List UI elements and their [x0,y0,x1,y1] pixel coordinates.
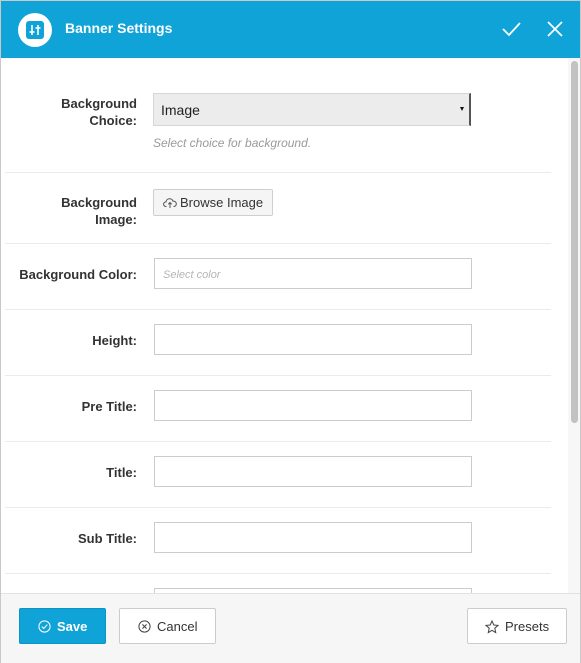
title-input[interactable] [154,456,472,487]
title-row: Title: [5,441,551,508]
check-icon [502,22,521,37]
close-icon [547,21,563,37]
dialog-footer: Save Cancel Presets [1,593,580,663]
browse-image-button[interactable]: Browse Image [153,189,273,216]
presets-button[interactable]: Presets [467,608,567,644]
confirm-button[interactable] [500,18,522,40]
height-label: Height: [92,333,137,348]
chevron-down-icon [460,107,464,111]
cloud-upload-icon [163,198,177,208]
dialog-title: Banner Settings [65,20,173,36]
height-input[interactable] [154,324,472,355]
title-label: Title: [106,465,137,480]
browse-image-label: Browse Image [180,195,264,210]
background-color-input[interactable] [154,258,472,289]
background-choice-help: Select choice for background. [153,136,312,150]
check-circle-icon [38,620,51,633]
sub-title-row: Sub Title: [5,507,551,574]
background-choice-label-line2: Choice: [89,113,137,128]
background-choice-row: Background Choice: Image Select choice f… [5,58,551,173]
x-circle-icon [138,620,151,633]
banner-settings-dialog: Banner Settings Background Choice: Image [0,0,581,663]
star-icon [485,620,499,634]
pre-title-label: Pre Title: [81,399,137,414]
next-field-row [5,573,551,593]
height-row: Height: [5,309,551,376]
cancel-label: Cancel [157,619,198,634]
sub-title-label: Sub Title: [78,531,137,546]
background-choice-selected-value: Image [161,102,200,118]
pre-title-row: Pre Title: [5,375,551,442]
background-color-label: Background Color: [19,267,137,282]
background-image-label-line2: Image: [95,212,137,227]
sub-title-input[interactable] [154,522,472,553]
background-choice-label: Background Choice: [45,95,137,129]
background-color-row: Background Color: [5,243,551,310]
background-image-row: Background Image: Browse Image [5,172,551,244]
scrollbar-thumb[interactable] [571,61,578,423]
pre-title-input[interactable] [154,390,472,421]
dialog-header: Banner Settings [1,1,580,58]
background-image-label: Background Image: [45,194,137,228]
save-label: Save [57,619,88,634]
cancel-button[interactable]: Cancel [119,608,216,644]
background-image-label-line1: Background [61,195,137,210]
settings-sliders-icon [18,13,52,47]
background-choice-select[interactable]: Image [153,93,471,126]
background-choice-label-line1: Background [61,96,137,111]
close-button[interactable] [544,18,566,40]
save-button[interactable]: Save [19,608,106,644]
dialog-body: Background Choice: Image Select choice f… [5,58,567,593]
presets-label: Presets [505,619,550,634]
